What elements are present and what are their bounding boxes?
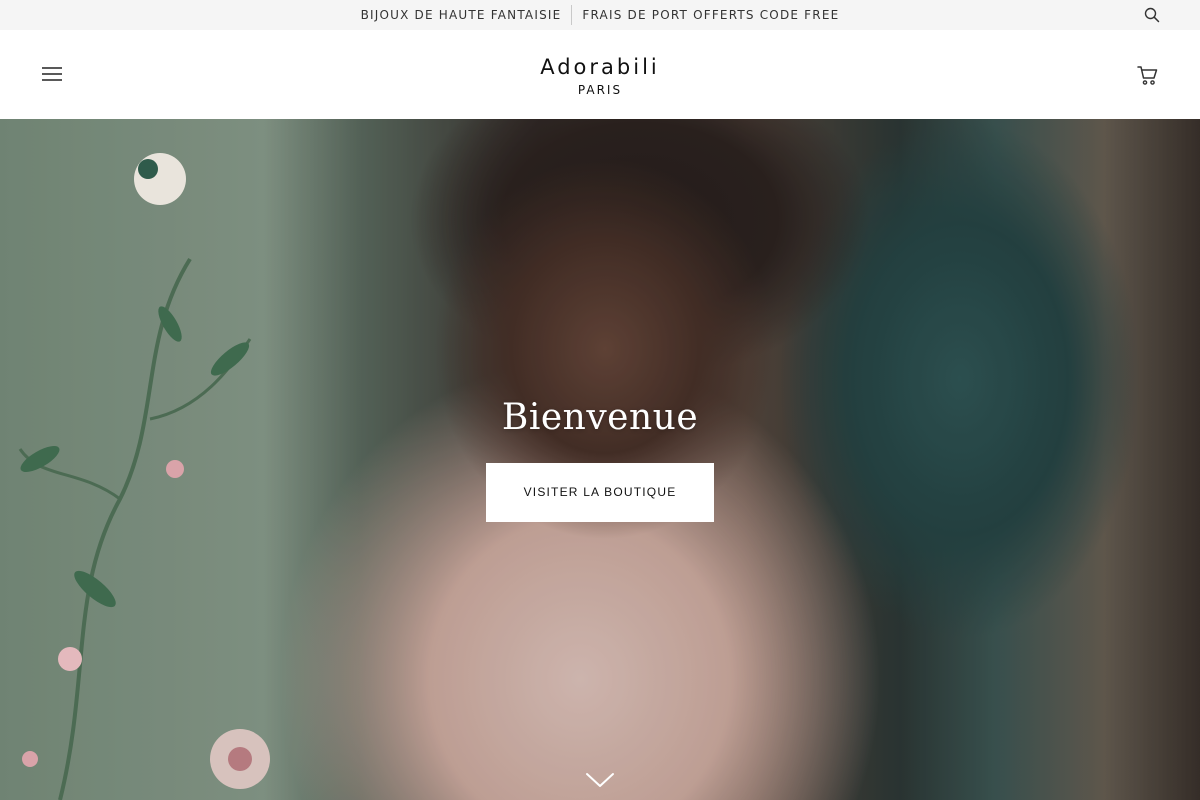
- logo-city: PARIS: [577, 83, 623, 97]
- hero-banner: Bienvenue VISITER LA BOUTIQUE: [0, 119, 1200, 800]
- chevron-down-icon[interactable]: [585, 771, 615, 789]
- visit-shop-button[interactable]: VISITER LA BOUTIQUE: [486, 463, 714, 522]
- announcement-message-shipping: FRAIS DE PORT OFFERTS CODE FREE: [582, 8, 840, 22]
- announcement-message-jewelry: BIJOUX DE HAUTE FANTAISIE: [360, 8, 562, 22]
- shopping-cart-icon[interactable]: [1136, 63, 1160, 87]
- hero-content: Bienvenue VISITER LA BOUTIQUE: [0, 397, 1200, 522]
- hamburger-menu-icon[interactable]: [40, 65, 64, 83]
- site-logo[interactable]: Adorabili PARIS: [480, 54, 720, 97]
- site-header: Adorabili PARIS: [0, 30, 1200, 119]
- logo-brand-name: Adorabili: [540, 55, 660, 79]
- search-icon[interactable]: [1144, 7, 1160, 23]
- announcement-bar: BIJOUX DE HAUTE FANTAISIE FRAIS DE PORT …: [0, 0, 1200, 30]
- hero-title: Bienvenue: [501, 397, 699, 438]
